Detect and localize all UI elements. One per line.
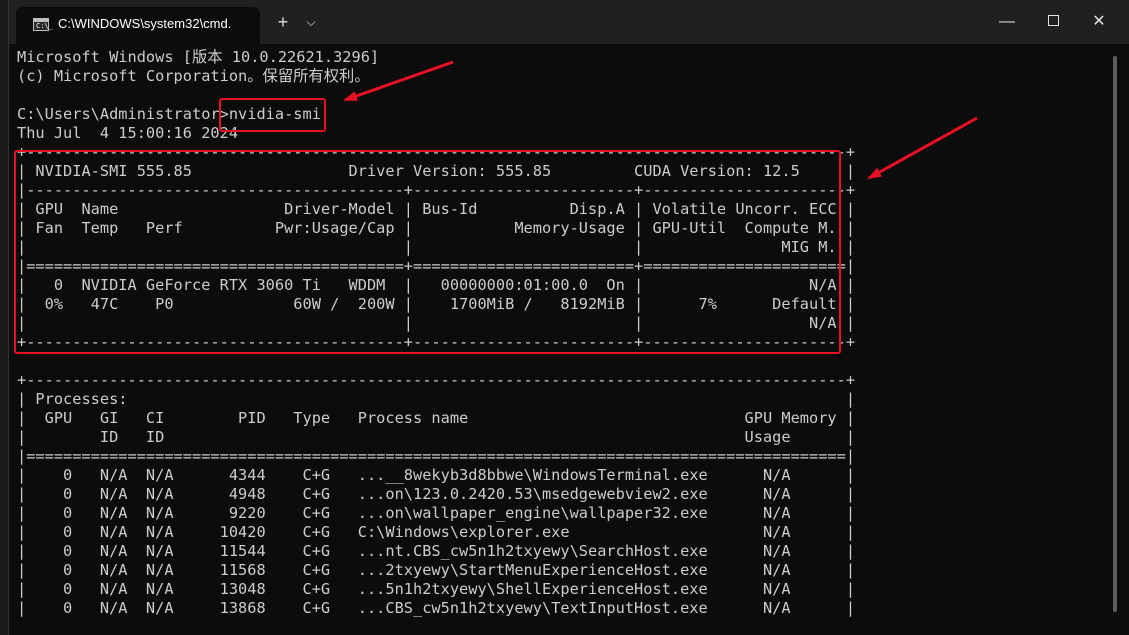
scrollbar[interactable] (1113, 56, 1117, 612)
console-line: +---------------------------------------… (17, 143, 856, 161)
console-output[interactable]: Microsoft Windows [版本 10.0.22621.3296] (c… (17, 48, 1109, 635)
maximize-icon (1047, 14, 1059, 26)
console-line: | 0 NVIDIA GeForce RTX 3060 Ti WDDM | 00… (17, 276, 856, 294)
terminal-window: C:\_ C:\WINDOWS\system32\cmd. + ⌵ — ✕ Mi… (8, 0, 1129, 635)
console-line: Thu Jul 4 15:00:16 2024 (17, 124, 239, 142)
terminal-tab[interactable]: C:\_ C:\WINDOWS\system32\cmd. (16, 7, 260, 44)
console-line: |=======================================… (17, 447, 856, 465)
console-line: | Fan Temp Perf Pwr:Usage/Cap | Memory-U… (17, 219, 856, 237)
new-tab-button[interactable]: + (267, 0, 299, 44)
console-line: | GPU Name Driver-Model | Bus-Id Disp.A … (17, 200, 856, 218)
chevron-down-icon[interactable]: ⌵ (299, 0, 323, 44)
maximize-button[interactable] (1030, 0, 1076, 44)
console-line: | NVIDIA-SMI 555.85 Driver Version: 555.… (17, 162, 856, 180)
console-line: | 0 N/A N/A 11568 C+G ...2txyewy\StartMe… (17, 561, 856, 579)
console-line: | 0 N/A N/A 4344 C+G ...__8wekyb3d8bbwe\… (17, 466, 856, 484)
console-line: | 0 N/A N/A 11544 C+G ...nt.CBS_cw5n1h2t… (17, 542, 856, 560)
console-line: | | | N/A | (17, 314, 856, 332)
console-line: Microsoft Windows [版本 10.0.22621.3296] (17, 48, 380, 66)
console-line: | 0 N/A N/A 10420 C+G C:\Windows\explore… (17, 523, 856, 541)
console-line: | ID ID Usage | (17, 428, 856, 446)
console-line: +---------------------------------------… (17, 371, 856, 389)
console-line: | | | MIG M. | (17, 238, 856, 256)
console-line: |---------------------------------------… (17, 181, 856, 199)
close-button[interactable]: ✕ (1076, 0, 1122, 44)
console-line: C:\Users\Administrator>nvidia-smi (17, 105, 321, 123)
console-line: | 0 N/A N/A 13868 C+G ...CBS_cw5n1h2txye… (17, 599, 856, 617)
console-line: | 0 N/A N/A 13048 C+G ...5n1h2txyewy\She… (17, 580, 856, 598)
cmd-icon: C:\_ (33, 18, 53, 31)
title-bar: C:\_ C:\WINDOWS\system32\cmd. + ⌵ — ✕ (9, 0, 1129, 44)
console-line: (c) Microsoft Corporation。保留所有权利。 (17, 67, 370, 85)
console-line: +---------------------------------------… (17, 333, 856, 351)
console-line: | 0% 47C P0 60W / 200W | 1700MiB / 8192M… (17, 295, 856, 313)
console-line: | 0 N/A N/A 9220 C+G ...on\wallpaper_eng… (17, 504, 856, 522)
console-line: | GPU GI CI PID Type Process name GPU Me… (17, 409, 856, 427)
minimize-button[interactable]: — (984, 0, 1030, 44)
console-line: |=======================================… (17, 257, 856, 275)
tab-title: C:\WINDOWS\system32\cmd. (58, 16, 232, 31)
console-line: | Processes: | (17, 390, 856, 408)
console-line: | 0 N/A N/A 4948 C+G ...on\123.0.2420.53… (17, 485, 856, 503)
